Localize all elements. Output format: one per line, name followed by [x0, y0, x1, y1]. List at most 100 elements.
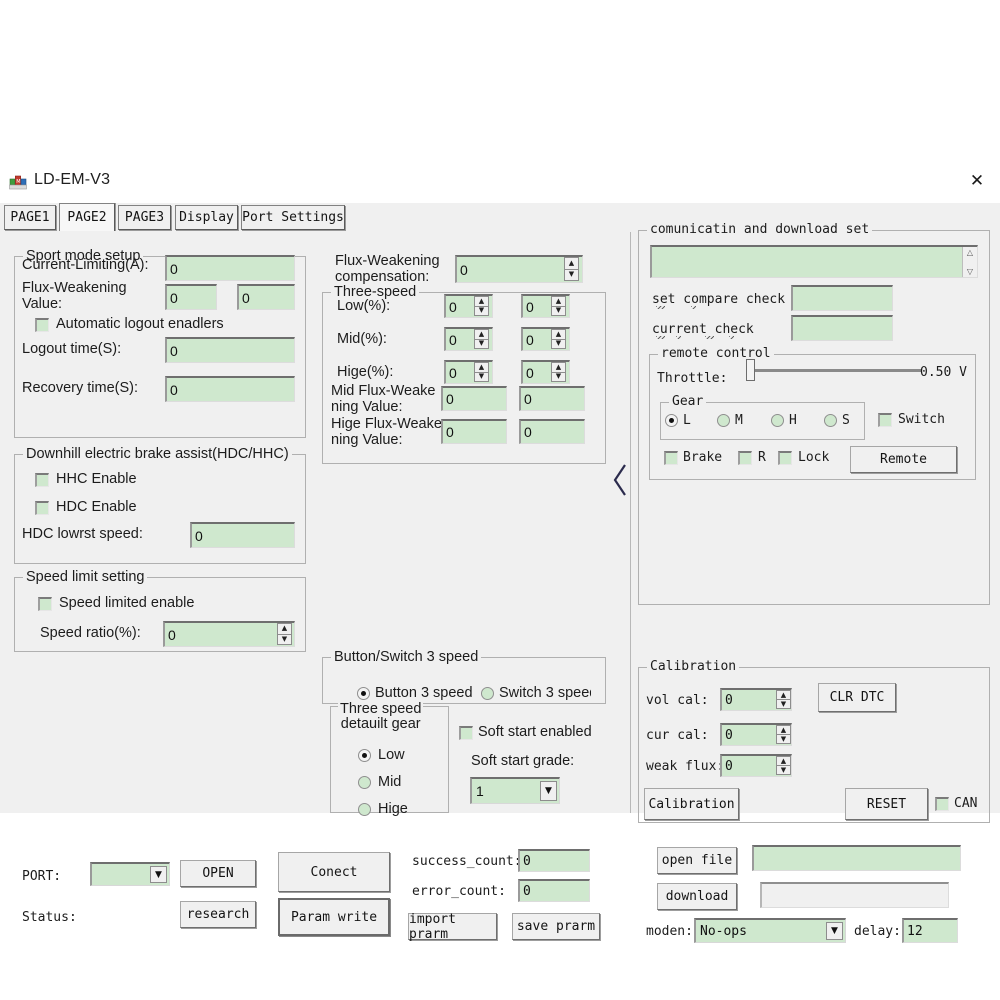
radio-gear-m[interactable] — [717, 414, 730, 427]
chevron-down-icon[interactable]: ▼ — [540, 781, 557, 801]
tab-display[interactable]: Display — [175, 205, 238, 230]
spinner-mid-2[interactable]: ▲ ▼ — [551, 329, 566, 349]
connect-button[interactable]: Conect — [278, 852, 390, 892]
spinner-cur-cal[interactable]: ▲ ▼ — [776, 725, 791, 744]
radio-gear-mid[interactable] — [358, 776, 371, 789]
input-speed-ratio[interactable]: 0 — [163, 621, 295, 647]
radio-gear-l[interactable] — [665, 414, 678, 427]
input-delay[interactable]: 12 — [902, 918, 958, 943]
input-hige-flux-1[interactable]: 0 — [441, 419, 507, 444]
spinner-low-1[interactable]: ▲ ▼ — [474, 296, 489, 316]
spinner-hige-2[interactable]: ▲ ▼ — [551, 362, 566, 382]
tab-page3[interactable]: PAGE3 — [118, 205, 171, 230]
spinner-vol-cal[interactable]: ▲ ▼ — [776, 690, 791, 709]
import-param-button[interactable]: import prarm — [408, 912, 497, 942]
spinner-down-icon[interactable]: ▼ — [776, 766, 791, 775]
select-moden[interactable]: No-ops ▼ — [694, 918, 846, 943]
spinner-up-icon[interactable]: ▲ — [776, 756, 791, 766]
checkbox-hdc-enable[interactable] — [35, 501, 49, 515]
spinner-up-icon[interactable]: ▲ — [776, 690, 791, 700]
param-write-button[interactable]: Param write — [278, 898, 390, 936]
checkbox-brake[interactable] — [664, 451, 678, 465]
spinner-up-icon[interactable]: ▲ — [474, 329, 489, 340]
spinner-flux-compensation[interactable]: ▲ ▼ — [564, 257, 579, 281]
radio-gear-h[interactable] — [771, 414, 784, 427]
spinner-weak-flux[interactable]: ▲ ▼ — [776, 756, 791, 775]
spinner-down-icon[interactable]: ▼ — [551, 372, 566, 382]
spinner-down-icon[interactable]: ▼ — [474, 306, 489, 316]
spinner-up-icon[interactable]: ▲ — [551, 362, 566, 373]
label-flux-weakening-value: Flux-Weakening Value: — [22, 280, 127, 312]
select-port[interactable]: ▼ — [90, 862, 170, 886]
tab-page2[interactable]: PAGE2 — [59, 203, 115, 231]
close-icon[interactable]: ✕ — [960, 166, 994, 196]
radio-button-3-speed[interactable] — [357, 687, 370, 700]
clr-dtc-button[interactable]: CLR DTC — [818, 683, 896, 712]
scroll-down-icon[interactable]: ▽ — [967, 267, 973, 276]
input-hdc-lowest-speed[interactable]: 0 — [190, 522, 295, 548]
input-set-compare-check[interactable] — [791, 285, 893, 311]
input-current-limiting[interactable]: 0 — [165, 255, 295, 281]
chevron-down-icon[interactable]: ▼ — [150, 866, 167, 883]
select-soft-start-grade[interactable]: 1 ▼ — [470, 777, 560, 804]
input-flux-weakening-2[interactable]: 0 — [237, 284, 295, 310]
tab-page1[interactable]: PAGE1 — [4, 205, 56, 230]
input-open-file-path[interactable] — [752, 845, 961, 871]
radio-switch-3-speed[interactable] — [481, 687, 494, 700]
input-hige-flux-2[interactable]: 0 — [519, 419, 585, 444]
calibration-button[interactable]: Calibration — [644, 788, 739, 820]
scroll-up-icon[interactable]: △ — [967, 248, 973, 257]
spinner-hige-1[interactable]: ▲ ▼ — [474, 362, 489, 382]
spinner-down-icon[interactable]: ▼ — [551, 339, 566, 349]
radio-gear-low[interactable] — [358, 749, 371, 762]
throttle-slider-thumb[interactable] — [746, 359, 755, 381]
spinner-up-icon[interactable]: ▲ — [776, 725, 791, 735]
spinner-speed-ratio[interactable]: ▲ ▼ — [277, 623, 292, 645]
input-logout-time[interactable]: 0 — [165, 337, 295, 363]
title-bar: M LD-EM-V3 ✕ — [0, 160, 1000, 203]
input-mid-flux-2[interactable]: 0 — [519, 386, 585, 411]
checkbox-automatic-logout[interactable] — [35, 318, 49, 332]
input-recovery-time[interactable]: 0 — [165, 376, 295, 402]
spinner-up-icon[interactable]: ▲ — [474, 296, 489, 307]
radio-gear-hige[interactable] — [358, 803, 371, 816]
input-flux-weakening-1[interactable]: 0 — [165, 284, 217, 310]
checkbox-switch[interactable] — [878, 413, 892, 427]
spinner-up-icon[interactable]: ▲ — [551, 296, 566, 307]
checkbox-can[interactable] — [935, 797, 949, 811]
memo-scrollbar[interactable]: △ ▽ — [962, 247, 977, 277]
tab-port-settings[interactable]: Port Settings — [241, 205, 345, 230]
spinner-up-icon[interactable]: ▲ — [564, 257, 579, 270]
spinner-down-icon[interactable]: ▼ — [776, 700, 791, 709]
reset-button[interactable]: RESET — [845, 788, 928, 820]
download-button[interactable]: download — [657, 883, 737, 910]
research-button[interactable]: research — [180, 901, 256, 928]
collapse-left-chevron-icon[interactable] — [612, 463, 628, 497]
checkbox-lock[interactable] — [778, 451, 792, 465]
save-param-button[interactable]: save prarm — [512, 913, 600, 940]
spinner-up-icon[interactable]: ▲ — [474, 362, 489, 373]
spinner-down-icon[interactable]: ▼ — [551, 306, 566, 316]
remote-button[interactable]: Remote — [850, 446, 957, 473]
spinner-down-icon[interactable]: ▼ — [564, 269, 579, 281]
chevron-down-icon[interactable]: ▼ — [826, 922, 843, 940]
input-current-check[interactable] — [791, 315, 893, 341]
throttle-slider-track[interactable] — [750, 369, 922, 372]
spinner-down-icon[interactable]: ▼ — [776, 735, 791, 744]
spinner-down-icon[interactable]: ▼ — [474, 339, 489, 349]
open-file-button[interactable]: open file — [657, 847, 737, 874]
spinner-up-icon[interactable]: ▲ — [551, 329, 566, 340]
spinner-low-2[interactable]: ▲ ▼ — [551, 296, 566, 316]
checkbox-r[interactable] — [738, 451, 752, 465]
open-button[interactable]: OPEN — [180, 860, 256, 887]
spinner-up-icon[interactable]: ▲ — [277, 623, 292, 635]
input-mid-flux-1[interactable]: 0 — [441, 386, 507, 411]
spinner-down-icon[interactable]: ▼ — [277, 634, 292, 645]
radio-gear-s[interactable] — [824, 414, 837, 427]
memo-communication-log[interactable]: △ ▽ — [650, 245, 978, 278]
checkbox-soft-start-enabled[interactable] — [459, 726, 473, 740]
checkbox-hhc-enable[interactable] — [35, 473, 49, 487]
checkbox-speed-limited-enable[interactable] — [38, 597, 52, 611]
spinner-mid-1[interactable]: ▲ ▼ — [474, 329, 489, 349]
spinner-down-icon[interactable]: ▼ — [474, 372, 489, 382]
